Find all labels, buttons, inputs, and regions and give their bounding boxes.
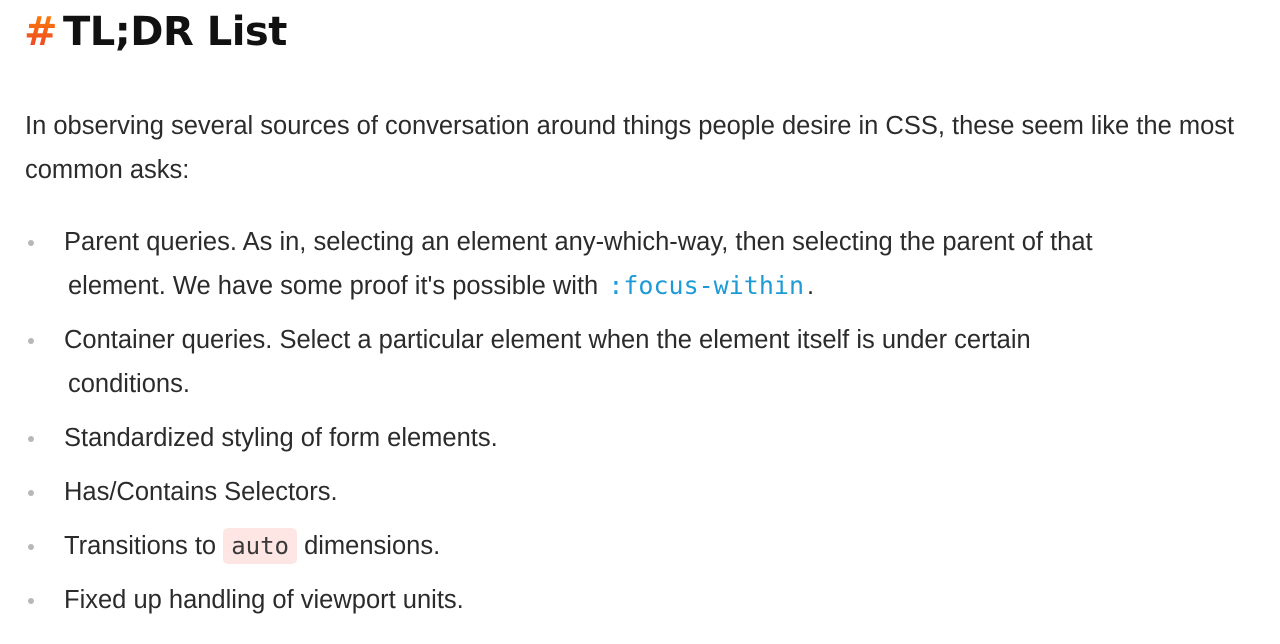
list-item-text-fragment: . [807,272,815,300]
heading-title: TL;DR List [63,9,287,55]
list-item-text: element. We have some proof it's possibl… [64,264,1265,308]
inline-code: :focus-within [608,271,804,300]
list-item-text: Fixed up handling of viewport units. [64,586,464,614]
list-item: Transitions to auto dimensions. [25,524,1265,568]
list-item-text: conditions. [68,370,190,398]
inline-code-pill: auto [223,528,297,564]
list-item: Container queries. Select a particular e… [25,318,1265,406]
list-item-text-fragment: dimensions. [297,532,441,560]
list-item: Fixed up handling of viewport units. [25,578,1265,622]
list-item: Has/Contains Selectors. [25,470,1265,514]
intro-line: In observing several sources of conversa… [25,112,1130,140]
heading-anchor-link[interactable]: # [24,6,58,58]
list-item-text: Has/Contains Selectors. [64,478,338,506]
list-item-text: Container queries. Select a particular e… [64,326,1031,354]
intro-paragraph: In observing several sources of conversa… [25,104,1265,192]
article: # TL;DR List In observing several source… [0,0,1280,644]
list-item-text: Parent queries. As in, selecting an elem… [64,228,1093,256]
bullet-icon [28,598,34,604]
asks-list: Parent queries. As in, selecting an elem… [25,220,1265,632]
list-item-text: Standardized styling of form elements. [64,424,498,452]
bullet-icon [28,338,34,344]
bullet-icon [28,436,34,442]
bullet-icon [28,544,34,550]
bullet-icon [28,240,34,246]
section-heading: # TL;DR List [24,6,287,58]
list-item-text-fragment: element. We have some proof it's possibl… [68,272,606,300]
list-item: Standardized styling of form elements. [25,416,1265,460]
list-item: Parent queries. As in, selecting an elem… [25,220,1265,308]
bullet-icon [28,490,34,496]
list-item-text-fragment: Transitions to [64,532,224,560]
